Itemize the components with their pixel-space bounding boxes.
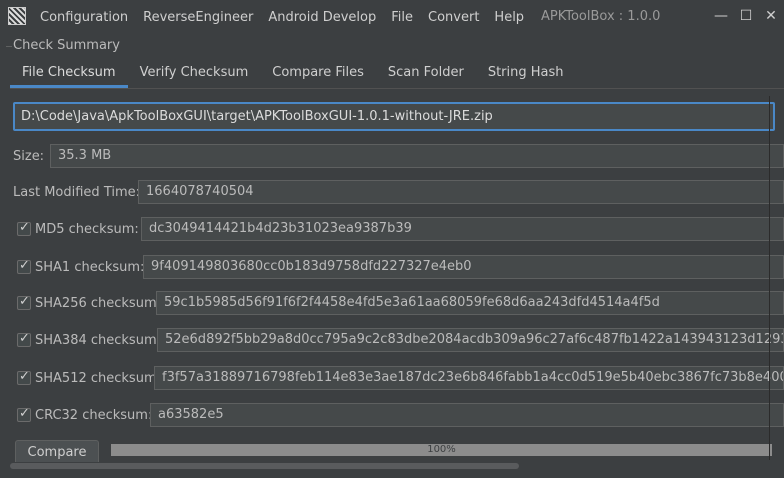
window-title: APKToolBox : 1.0.0 [541,9,661,24]
file-path-input[interactable]: D:\Code\Java\ApkToolBoxGUI\target\APKToo… [13,102,775,131]
sha1-label: SHA1 checksum: [35,260,145,275]
size-field[interactable]: 35.3 MB [50,144,784,168]
last-modified-field[interactable]: 1664078740504 [138,180,784,204]
tab-string-hash[interactable]: String Hash [476,58,576,88]
minimize-icon[interactable]: — [709,6,733,26]
crc32-checkbox[interactable] [17,406,31,422]
tab-bar: File Checksum Verify Checksum Compare Fi… [10,58,576,88]
sha256-checkbox[interactable] [17,294,31,310]
tab-scan-folder[interactable]: Scan Folder [376,58,476,88]
tab-compare-files[interactable]: Compare Files [260,58,376,88]
tab-divider [10,88,784,89]
tab-verify-checksum[interactable]: Verify Checksum [128,58,261,88]
md5-checkbox[interactable] [17,220,31,236]
menu-android-develop[interactable]: Android Develop [268,10,376,25]
scrollbar-thumb[interactable] [10,463,519,469]
sha384-checkbox[interactable] [17,331,31,347]
file-checksum-panel: D:\Code\Java\ApkToolBoxGUI\target\APKToo… [10,96,784,466]
menu-convert[interactable]: Convert [428,10,479,25]
md5-label: MD5 checksum: [35,222,139,237]
title-bar: Configuration ReverseEngineer Android De… [0,0,784,34]
sha512-field[interactable]: f3f57a31889716798feb114e83e3ae187dc23e6b… [154,366,784,390]
sha1-checkbox[interactable] [17,258,31,274]
progress-text: 100% [427,444,456,455]
size-label: Size: [13,149,45,164]
horizontal-scrollbar[interactable] [10,462,774,470]
menu-configuration[interactable]: Configuration [40,10,128,25]
sha512-checkbox[interactable] [17,369,31,385]
tab-file-checksum[interactable]: File Checksum [10,58,128,88]
sha256-label: SHA256 checksum: [35,296,161,311]
progress-bar: 100% [111,444,772,456]
sha384-field[interactable]: 52e6d892f5bb29a8d0cc795a9c2c83dbe2084acd… [157,328,784,352]
menu-reverse-engineer[interactable]: ReverseEngineer [143,10,253,25]
sha384-label: SHA384 checksum: [35,333,161,348]
close-icon[interactable]: ✕ [759,6,783,26]
app-logo-icon [8,7,26,25]
sha1-field[interactable]: 9f409149803680cc0b183d9758dfd227327e4eb0 [143,255,784,279]
md5-field[interactable]: dc3049414421b4d23b31023ea9387b39 [141,217,784,241]
crc32-label: CRC32 checksum: [35,408,153,423]
sha256-field[interactable]: 59c1b5985d56f91f6f2f4458e4fd5e3a61aa6805… [156,291,784,315]
maximize-icon[interactable]: ☐ [734,6,758,26]
menu-bar: Configuration ReverseEngineer Android De… [40,0,539,34]
group-border [6,46,12,47]
last-modified-label: Last Modified Time: [13,185,141,200]
panel-right-border [769,96,770,460]
group-title: Check Summary [13,38,120,53]
crc32-field[interactable]: a63582e5 [150,403,784,427]
menu-file[interactable]: File [391,10,413,25]
menu-help[interactable]: Help [494,10,524,25]
sha512-label: SHA512 checksum: [35,371,161,386]
